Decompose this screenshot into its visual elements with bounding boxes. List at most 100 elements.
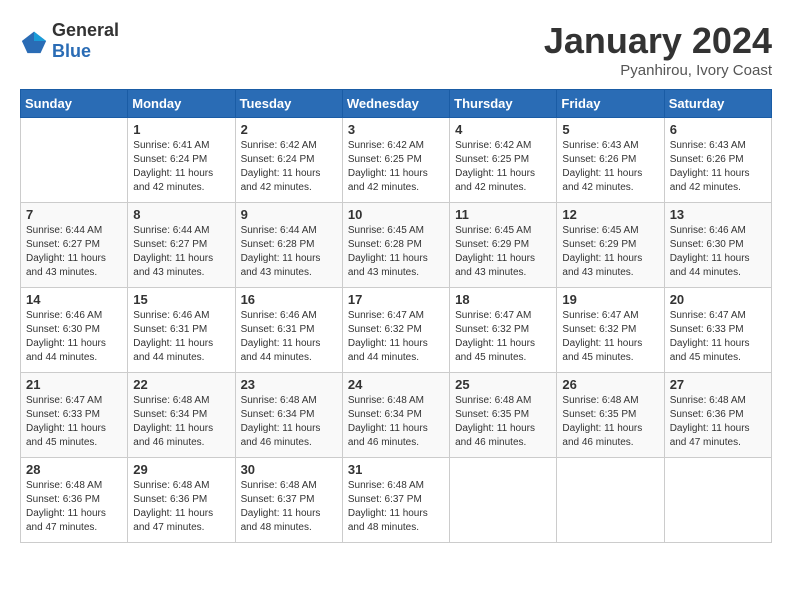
day-info: Sunrise: 6:42 AMSunset: 6:24 PMDaylight:… <box>241 139 337 195</box>
day-info: Sunrise: 6:48 AMSunset: 6:34 PMDaylight:… <box>348 394 444 450</box>
day-info: Sunrise: 6:42 AMSunset: 6:25 PMDaylight:… <box>348 139 444 195</box>
day-number: 16 <box>241 292 337 307</box>
day-info: Sunrise: 6:46 AMSunset: 6:31 PMDaylight:… <box>133 309 229 365</box>
day-info: Sunrise: 6:46 AMSunset: 6:31 PMDaylight:… <box>241 309 337 365</box>
calendar-cell: 26 Sunrise: 6:48 AMSunset: 6:35 PMDayligh… <box>557 373 664 458</box>
calendar-cell: 3 Sunrise: 6:42 AMSunset: 6:25 PMDaylight… <box>342 118 449 203</box>
calendar-cell: 11 Sunrise: 6:45 AMSunset: 6:29 PMDayligh… <box>450 203 557 288</box>
calendar-body: 1 Sunrise: 6:41 AMSunset: 6:24 PMDaylight… <box>21 118 772 543</box>
day-number: 20 <box>670 292 766 307</box>
logo-icon <box>20 27 48 55</box>
day-number: 8 <box>133 207 229 222</box>
calendar-cell <box>557 458 664 543</box>
day-number: 24 <box>348 377 444 392</box>
day-number: 23 <box>241 377 337 392</box>
calendar-cell: 18 Sunrise: 6:47 AMSunset: 6:32 PMDayligh… <box>450 288 557 373</box>
weekday-header: Monday <box>128 90 235 118</box>
day-number: 1 <box>133 122 229 137</box>
calendar-week-row: 7 Sunrise: 6:44 AMSunset: 6:27 PMDaylight… <box>21 203 772 288</box>
calendar-cell: 29 Sunrise: 6:48 AMSunset: 6:36 PMDayligh… <box>128 458 235 543</box>
logo-text: General Blue <box>52 20 119 62</box>
calendar-cell: 10 Sunrise: 6:45 AMSunset: 6:28 PMDayligh… <box>342 203 449 288</box>
day-info: Sunrise: 6:48 AMSunset: 6:35 PMDaylight:… <box>455 394 551 450</box>
day-number: 30 <box>241 462 337 477</box>
day-info: Sunrise: 6:47 AMSunset: 6:33 PMDaylight:… <box>670 309 766 365</box>
calendar-cell: 15 Sunrise: 6:46 AMSunset: 6:31 PMDayligh… <box>128 288 235 373</box>
day-number: 7 <box>26 207 122 222</box>
calendar-cell: 6Sunrise: 6:43 AMSunset: 6:26 PMDaylight… <box>664 118 771 203</box>
day-number: 5 <box>562 122 658 137</box>
day-info: Sunrise: 6:48 AMSunset: 6:37 PMDaylight:… <box>348 479 444 535</box>
day-number: 28 <box>26 462 122 477</box>
day-number: 29 <box>133 462 229 477</box>
calendar-cell: 17Sunrise: 6:47 AMSunset: 6:32 PMDayligh… <box>342 288 449 373</box>
weekday-header: Thursday <box>450 90 557 118</box>
day-info: Sunrise: 6:48 AMSunset: 6:34 PMDaylight:… <box>133 394 229 450</box>
day-info: Sunrise: 6:44 AMSunset: 6:28 PMDaylight:… <box>241 224 337 280</box>
calendar-cell: 20 Sunrise: 6:47 AMSunset: 6:33 PMDayligh… <box>664 288 771 373</box>
day-info: Sunrise: 6:45 AMSunset: 6:29 PMDaylight:… <box>455 224 551 280</box>
calendar-cell: 13Sunrise: 6:46 AMSunset: 6:30 PMDayligh… <box>664 203 771 288</box>
day-number: 14 <box>26 292 122 307</box>
day-number: 11 <box>455 207 551 222</box>
day-number: 12 <box>562 207 658 222</box>
calendar-week-row: 1 Sunrise: 6:41 AMSunset: 6:24 PMDaylight… <box>21 118 772 203</box>
day-info: Sunrise: 6:47 AMSunset: 6:32 PMDaylight:… <box>455 309 551 365</box>
calendar-week-row: 14 Sunrise: 6:46 AMSunset: 6:30 PMDayligh… <box>21 288 772 373</box>
day-info: Sunrise: 6:47 AMSunset: 6:32 PMDaylight:… <box>562 309 658 365</box>
calendar-cell: 7 Sunrise: 6:44 AMSunset: 6:27 PMDaylight… <box>21 203 128 288</box>
day-info: Sunrise: 6:48 AMSunset: 6:36 PMDaylight:… <box>133 479 229 535</box>
calendar-header-row: SundayMondayTuesdayWednesdayThursdayFrid… <box>21 90 772 118</box>
calendar-cell: 4Sunrise: 6:42 AMSunset: 6:25 PMDaylight… <box>450 118 557 203</box>
calendar-cell: 25 Sunrise: 6:48 AMSunset: 6:35 PMDayligh… <box>450 373 557 458</box>
day-info: Sunrise: 6:44 AMSunset: 6:27 PMDaylight:… <box>133 224 229 280</box>
day-info: Sunrise: 6:46 AMSunset: 6:30 PMDaylight:… <box>26 309 122 365</box>
calendar-cell: 12 Sunrise: 6:45 AMSunset: 6:29 PMDayligh… <box>557 203 664 288</box>
calendar-cell: 8 Sunrise: 6:44 AMSunset: 6:27 PMDaylight… <box>128 203 235 288</box>
calendar-cell: 24 Sunrise: 6:48 AMSunset: 6:34 PMDayligh… <box>342 373 449 458</box>
calendar-cell: 28 Sunrise: 6:48 AMSunset: 6:36 PMDayligh… <box>21 458 128 543</box>
day-info: Sunrise: 6:48 AMSunset: 6:37 PMDaylight:… <box>241 479 337 535</box>
day-info: Sunrise: 6:48 AMSunset: 6:36 PMDaylight:… <box>26 479 122 535</box>
day-number: 31 <box>348 462 444 477</box>
day-info: Sunrise: 6:48 AMSunset: 6:36 PMDaylight:… <box>670 394 766 450</box>
day-info: Sunrise: 6:48 AMSunset: 6:34 PMDaylight:… <box>241 394 337 450</box>
page-header: General Blue January 2024 Pyanhirou, Ivo… <box>20 20 772 79</box>
day-number: 17 <box>348 292 444 307</box>
day-number: 2 <box>241 122 337 137</box>
calendar-cell: 22Sunrise: 6:48 AMSunset: 6:34 PMDayligh… <box>128 373 235 458</box>
weekday-header: Saturday <box>664 90 771 118</box>
calendar-cell: 23 Sunrise: 6:48 AMSunset: 6:34 PMDayligh… <box>235 373 342 458</box>
calendar-cell: 31 Sunrise: 6:48 AMSunset: 6:37 PMDayligh… <box>342 458 449 543</box>
day-info: Sunrise: 6:45 AMSunset: 6:29 PMDaylight:… <box>562 224 658 280</box>
day-number: 18 <box>455 292 551 307</box>
day-info: Sunrise: 6:44 AMSunset: 6:27 PMDaylight:… <box>26 224 122 280</box>
calendar-cell: 30 Sunrise: 6:48 AMSunset: 6:37 PMDayligh… <box>235 458 342 543</box>
day-number: 19 <box>562 292 658 307</box>
calendar-cell: 5Sunrise: 6:43 AMSunset: 6:26 PMDaylight… <box>557 118 664 203</box>
day-number: 27 <box>670 377 766 392</box>
day-info: Sunrise: 6:48 AMSunset: 6:35 PMDaylight:… <box>562 394 658 450</box>
calendar-cell: 19 Sunrise: 6:47 AMSunset: 6:32 PMDayligh… <box>557 288 664 373</box>
calendar-cell: 9Sunrise: 6:44 AMSunset: 6:28 PMDaylight… <box>235 203 342 288</box>
weekday-header: Sunday <box>21 90 128 118</box>
title-section: January 2024 Pyanhirou, Ivory Coast <box>544 20 772 79</box>
day-info: Sunrise: 6:41 AMSunset: 6:24 PMDaylight:… <box>133 139 229 195</box>
day-info: Sunrise: 6:45 AMSunset: 6:28 PMDaylight:… <box>348 224 444 280</box>
day-number: 3 <box>348 122 444 137</box>
calendar-week-row: 21Sunrise: 6:47 AMSunset: 6:33 PMDayligh… <box>21 373 772 458</box>
calendar-cell <box>450 458 557 543</box>
day-number: 15 <box>133 292 229 307</box>
day-number: 13 <box>670 207 766 222</box>
calendar-cell <box>21 118 128 203</box>
month-title: January 2024 <box>544 20 772 62</box>
day-number: 25 <box>455 377 551 392</box>
calendar-table: SundayMondayTuesdayWednesdayThursdayFrid… <box>20 89 772 543</box>
day-number: 21 <box>26 377 122 392</box>
day-info: Sunrise: 6:43 AMSunset: 6:26 PMDaylight:… <box>670 139 766 195</box>
calendar-cell: 14 Sunrise: 6:46 AMSunset: 6:30 PMDayligh… <box>21 288 128 373</box>
calendar-cell: 27 Sunrise: 6:48 AMSunset: 6:36 PMDayligh… <box>664 373 771 458</box>
day-number: 10 <box>348 207 444 222</box>
day-number: 26 <box>562 377 658 392</box>
weekday-header: Wednesday <box>342 90 449 118</box>
